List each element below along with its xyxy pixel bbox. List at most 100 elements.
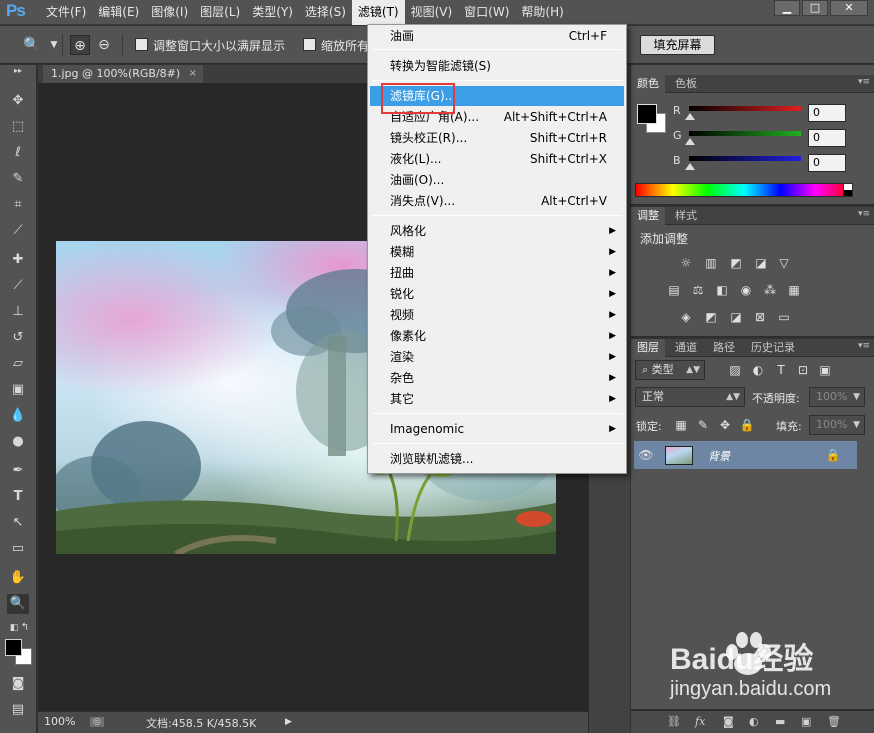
- g-slider-thumb[interactable]: [685, 138, 695, 145]
- posterize-icon[interactable]: ◩: [703, 310, 719, 324]
- tab-layers[interactable]: 图层: [631, 339, 665, 357]
- panel-menu-icon[interactable]: ▾≡: [858, 341, 870, 351]
- menu-item-vanishing-point[interactable]: 消失点(V)... Alt+Ctrl+V: [370, 191, 624, 211]
- lock-transparent-icon[interactable]: ▦: [673, 418, 689, 432]
- panel-menu-icon[interactable]: ▾≡: [858, 209, 870, 219]
- menu-item-oil-paint[interactable]: 油画(O)...: [370, 170, 624, 190]
- screen-mode-icon[interactable]: ▤: [7, 700, 29, 720]
- menu-layer[interactable]: 图层(L): [194, 0, 246, 25]
- hue-saturation-icon[interactable]: ▤: [666, 283, 682, 297]
- opacity-input[interactable]: 100% ▼: [809, 387, 865, 407]
- eyedropper-tool-icon[interactable]: ⟋: [7, 221, 29, 241]
- r-slider-track[interactable]: [689, 106, 801, 111]
- layer-kind-filter[interactable]: ⌕ 类型 ▲▼: [635, 360, 705, 380]
- zoom-level[interactable]: 100%: [44, 715, 75, 728]
- black-white-ramp[interactable]: [843, 183, 853, 197]
- close-tab-icon[interactable]: ×: [189, 65, 197, 83]
- color-balance-icon[interactable]: ⚖: [690, 283, 706, 297]
- crop-tool-icon[interactable]: ⌗: [7, 195, 29, 215]
- filter-type-icon[interactable]: T: [773, 363, 789, 377]
- menu-item-sharpen[interactable]: 锐化 ▶: [370, 284, 624, 304]
- levels-icon[interactable]: ▥: [703, 256, 719, 270]
- panel-foreground-swatch[interactable]: [637, 104, 657, 124]
- panel-menu-icon[interactable]: ▾≡: [858, 77, 870, 87]
- tab-history[interactable]: 历史记录: [745, 339, 801, 357]
- dodge-tool-icon[interactable]: ●: [7, 432, 29, 452]
- healing-brush-tool-icon[interactable]: ✚: [7, 250, 29, 270]
- menu-item-other[interactable]: 其它 ▶: [370, 389, 624, 409]
- history-brush-tool-icon[interactable]: ↺: [7, 328, 29, 348]
- invert-icon[interactable]: ◈: [678, 310, 694, 324]
- menu-item-stylize[interactable]: 风格化 ▶: [370, 221, 624, 241]
- color-spectrum-bar[interactable]: [635, 183, 853, 197]
- filter-pixel-icon[interactable]: ▨: [727, 363, 743, 377]
- menu-item-liquify[interactable]: 液化(L)... Shift+Ctrl+X: [370, 149, 624, 169]
- menu-item-lens-correction[interactable]: 镜头校正(R)... Shift+Ctrl+R: [370, 128, 624, 148]
- lock-image-icon[interactable]: ✎: [695, 418, 711, 432]
- document-tab[interactable]: 1.jpg @ 100%(RGB/8#) ×: [43, 65, 203, 83]
- tab-styles[interactable]: 样式: [669, 207, 703, 225]
- filter-adjustment-icon[interactable]: ◐: [750, 363, 766, 377]
- exposure-icon[interactable]: ◪: [753, 256, 769, 270]
- lock-all-icon[interactable]: 🔒: [739, 418, 755, 432]
- menu-help[interactable]: 帮助(H): [515, 0, 569, 25]
- fill-screen-button[interactable]: 填充屏幕: [640, 35, 715, 55]
- lasso-tool-icon[interactable]: ℓ: [7, 143, 29, 163]
- menu-item-browse-filters-online[interactable]: 浏览联机滤镜...: [370, 449, 624, 469]
- quick-mask-icon[interactable]: ◙: [7, 674, 29, 694]
- blur-tool-icon[interactable]: 💧: [7, 406, 29, 426]
- clone-stamp-tool-icon[interactable]: ⊥: [7, 302, 29, 322]
- minimize-button[interactable]: ▁: [774, 0, 800, 16]
- r-slider-thumb[interactable]: [685, 113, 695, 120]
- menu-select[interactable]: 选择(S): [299, 0, 352, 25]
- threshold-icon[interactable]: ◪: [728, 310, 744, 324]
- zoom-tool-icon[interactable]: 🔍: [22, 35, 42, 55]
- menu-item-imagenomic[interactable]: Imagenomic ▶: [370, 419, 624, 439]
- hand-tool-icon[interactable]: ✋: [7, 568, 29, 588]
- gradient-tool-icon[interactable]: ▣: [7, 380, 29, 400]
- b-value-input[interactable]: 0: [808, 154, 846, 172]
- photo-filter-icon[interactable]: ◉: [738, 283, 754, 297]
- move-tool-icon[interactable]: ✥: [7, 91, 29, 111]
- type-tool-icon[interactable]: T: [7, 487, 29, 507]
- menu-item-pixelate[interactable]: 像素化 ▶: [370, 326, 624, 346]
- selective-color-icon[interactable]: ⊠: [752, 310, 768, 324]
- b-slider-thumb[interactable]: [685, 163, 695, 170]
- menu-item-smart-filter[interactable]: 转换为智能滤镜(S): [370, 56, 624, 76]
- panel-grip-icon[interactable]: ▸▸: [7, 66, 29, 76]
- status-menu-arrow-icon[interactable]: ▶: [285, 717, 292, 727]
- menu-item-blur[interactable]: 模糊 ▶: [370, 242, 624, 262]
- swap-colors-icon[interactable]: ↰: [14, 618, 36, 638]
- restore-button[interactable]: □: [802, 0, 828, 16]
- filter-smart-object-icon[interactable]: ▣: [817, 363, 833, 377]
- brush-tool-icon[interactable]: ⟋: [7, 276, 29, 296]
- zoom-tool-icon[interactable]: 🔍: [7, 594, 29, 614]
- b-slider-track[interactable]: [689, 156, 801, 161]
- resize-windows-checkbox[interactable]: [135, 38, 148, 51]
- blend-mode-dropdown[interactable]: 正常 ▲▼: [635, 387, 745, 407]
- zoom-out-icon[interactable]: ⊖: [94, 35, 114, 55]
- channel-mixer-icon[interactable]: ⁂: [762, 283, 778, 297]
- menu-image[interactable]: 图像(I): [145, 0, 194, 25]
- menu-item-render[interactable]: 渲染 ▶: [370, 347, 624, 367]
- fill-input[interactable]: 100% ▼: [809, 415, 865, 435]
- menu-window[interactable]: 窗口(W): [458, 0, 515, 25]
- menu-item-distort[interactable]: 扭曲 ▶: [370, 263, 624, 283]
- filter-shape-icon[interactable]: ⊡: [795, 363, 811, 377]
- tool-preset-dropdown-icon[interactable]: ▼: [44, 35, 64, 55]
- curves-icon[interactable]: ◩: [728, 256, 744, 270]
- zoom-in-icon[interactable]: ⊕: [70, 35, 90, 55]
- zoom-all-checkbox[interactable]: [303, 38, 316, 51]
- tab-adjustments[interactable]: 调整: [631, 207, 665, 225]
- eye-icon[interactable]: 👁: [638, 448, 654, 462]
- lock-position-icon[interactable]: ✥: [717, 418, 733, 432]
- vibrance-icon[interactable]: ▽: [776, 256, 792, 270]
- black-white-icon[interactable]: ◧: [714, 283, 730, 297]
- menu-view[interactable]: 视图(V): [405, 0, 459, 25]
- marquee-tool-icon[interactable]: ⬚: [7, 117, 29, 137]
- close-button[interactable]: ✕: [830, 0, 868, 16]
- menu-edit[interactable]: 编辑(E): [92, 0, 145, 25]
- tab-channels[interactable]: 通道: [669, 339, 703, 357]
- brightness-icon[interactable]: ☼: [678, 256, 694, 270]
- color-lookup-icon[interactable]: ▦: [786, 283, 802, 297]
